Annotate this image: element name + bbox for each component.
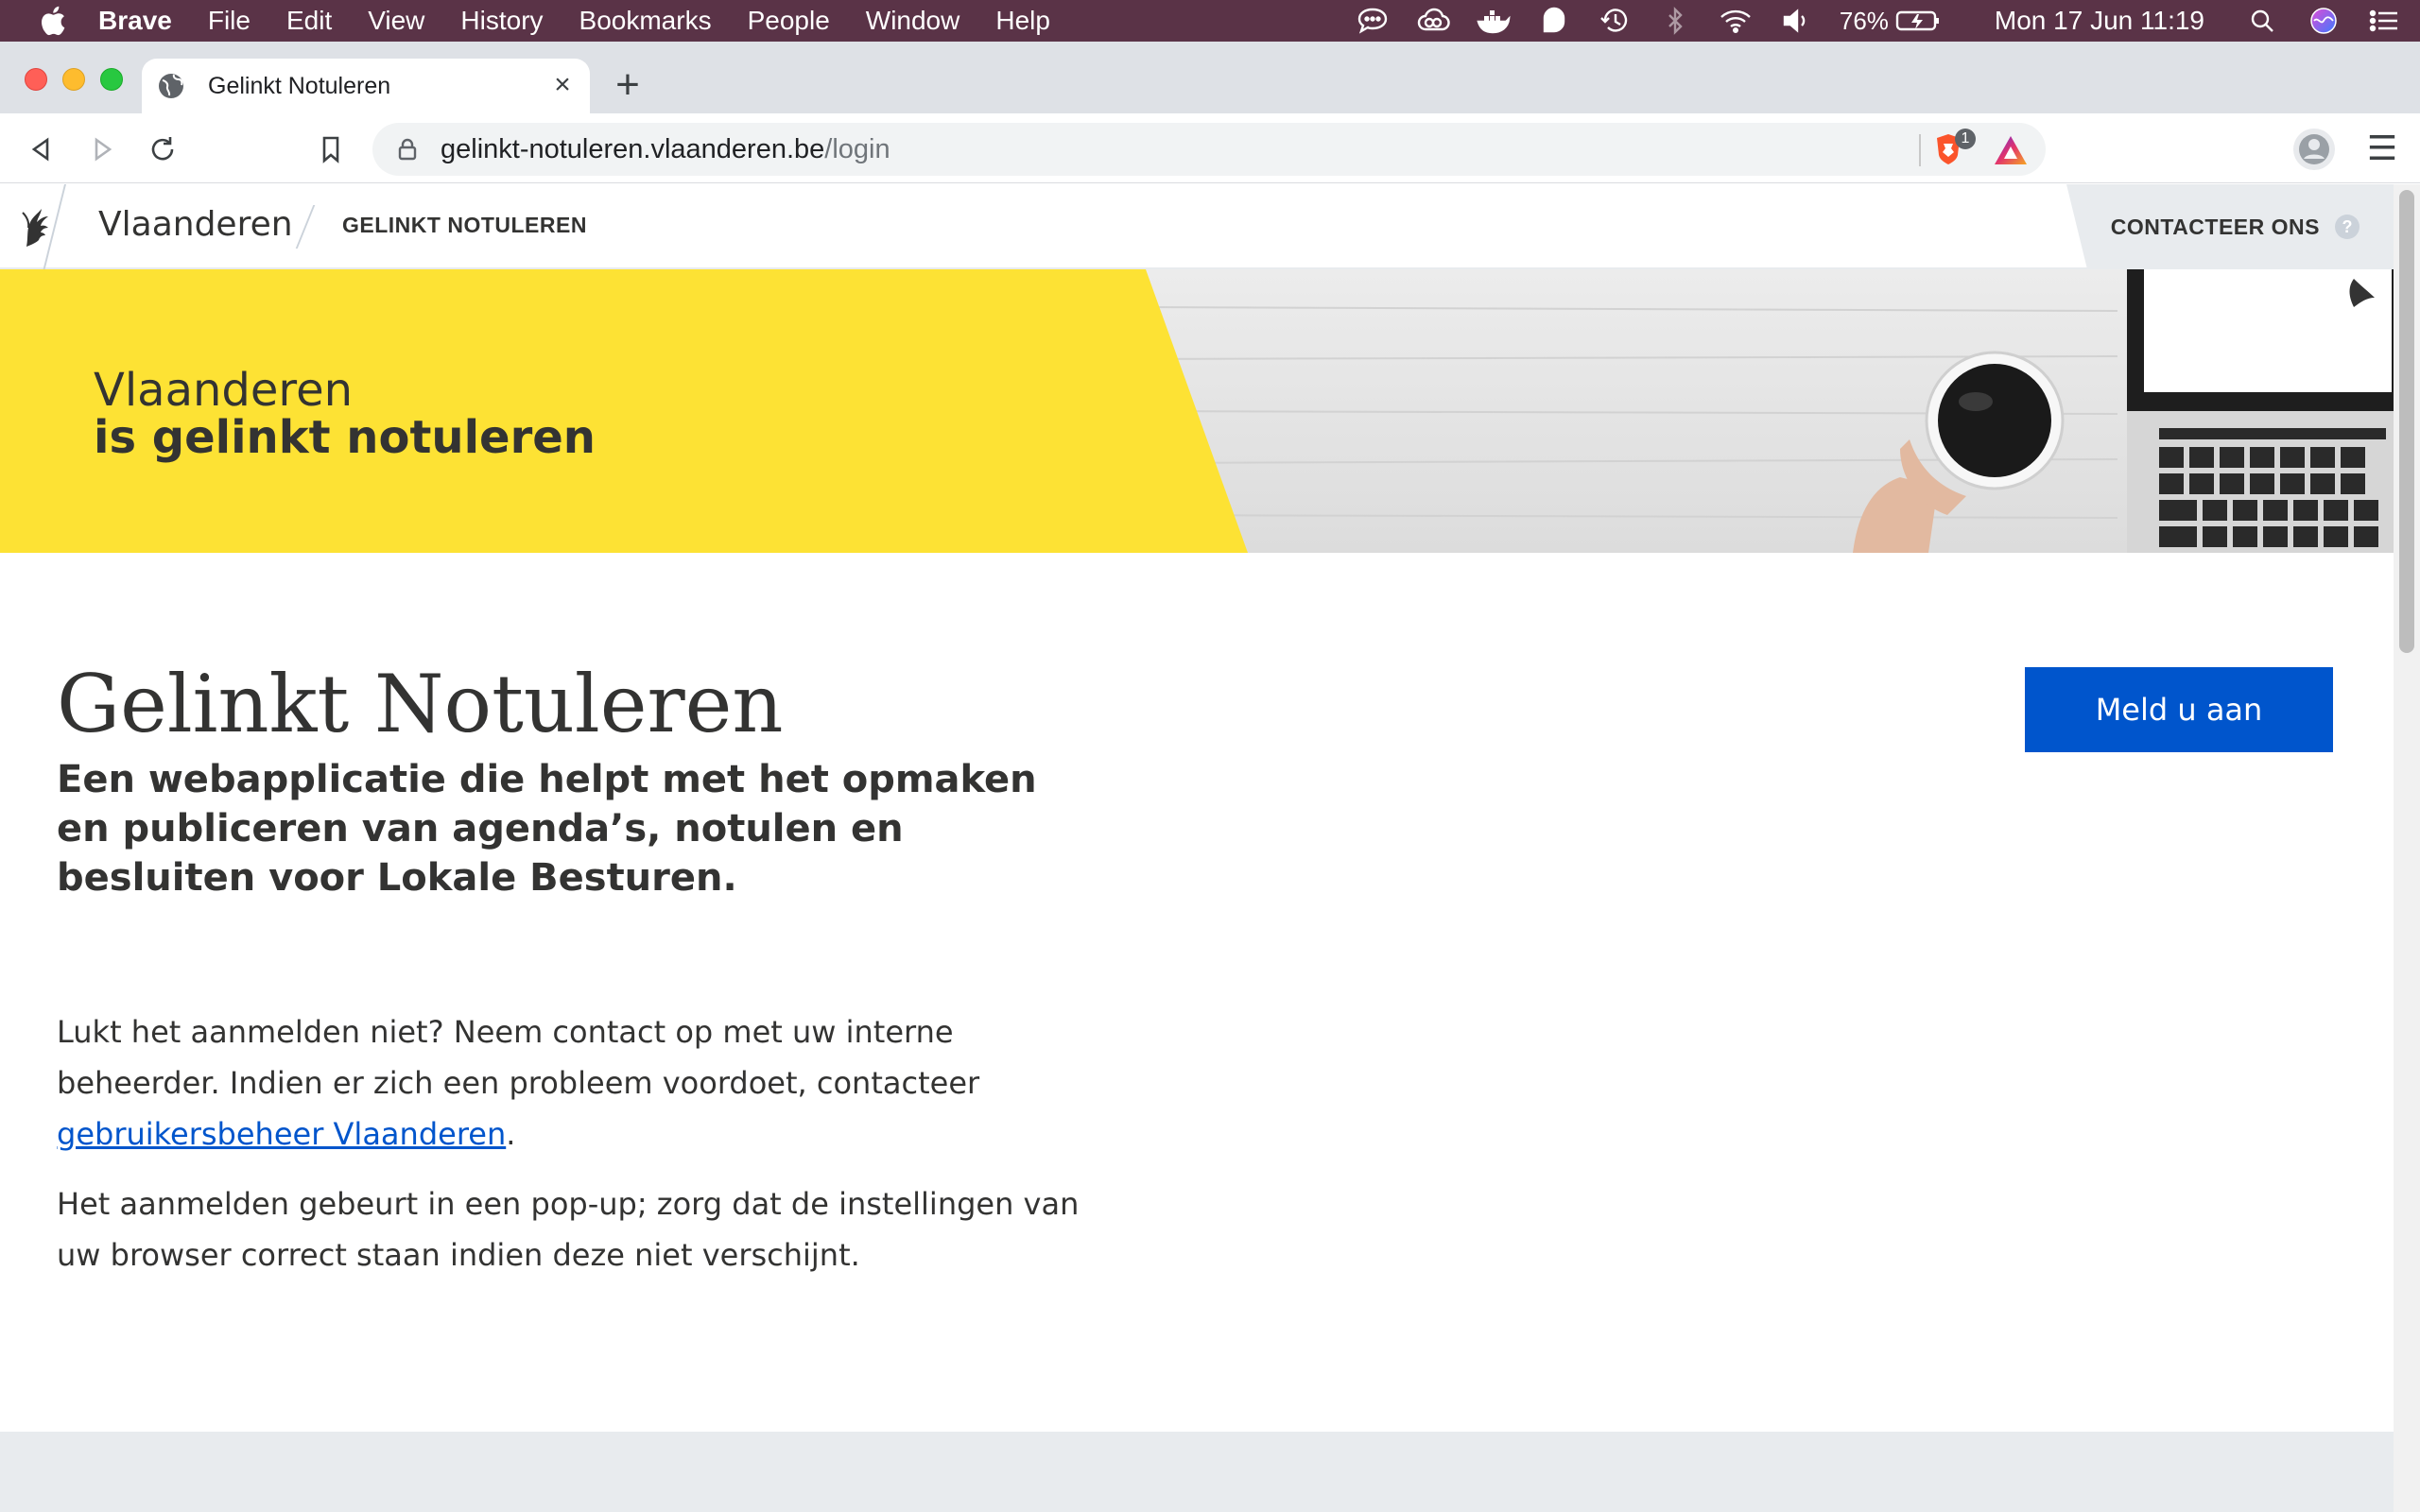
notification-center-icon[interactable] <box>2367 7 2401 35</box>
browser-tab-active[interactable]: Gelinkt Notuleren × <box>142 59 590 113</box>
omnibox-divider <box>1919 134 1921 166</box>
browser-toolbar: gelinkt-notuleren.vlaanderen.be/login 1 … <box>0 113 2420 183</box>
creative-cloud-icon[interactable] <box>1416 7 1450 35</box>
url-host: gelinkt-notuleren.vlaanderen.be <box>441 133 825 164</box>
apple-menu-icon[interactable] <box>38 5 66 37</box>
bluetooth-icon[interactable] <box>1658 7 1692 35</box>
tab-close-icon[interactable]: × <box>548 71 577 100</box>
forward-button[interactable] <box>83 130 121 168</box>
footer-band <box>0 1432 2394 1512</box>
drop-icon[interactable] <box>1537 7 1571 35</box>
hero-line-1: Vlaanderen <box>94 364 354 417</box>
status-area: 76% Mon 17 Jun 11:19 <box>1356 0 2420 42</box>
macos-menu-bar: Brave File Edit View History Bookmarks P… <box>0 0 2420 42</box>
docker-icon[interactable] <box>1477 7 1511 35</box>
new-tab-button[interactable]: + <box>609 64 647 106</box>
wifi-icon[interactable] <box>1719 7 1753 35</box>
brave-rewards-icon[interactable] <box>1993 134 2029 166</box>
siri-icon[interactable] <box>2307 7 2341 35</box>
login-button[interactable]: Meld u aan <box>2025 667 2333 752</box>
app-name[interactable]: GELINKT NOTULEREN <box>342 213 587 238</box>
login-help-text-end: . <box>506 1116 516 1152</box>
brand-vlaanderen[interactable]: Vlaanderen <box>98 205 293 244</box>
menu-people[interactable]: People <box>748 6 830 36</box>
contact-button[interactable]: CONTACTEER ONS ? <box>2066 184 2394 269</box>
messages-icon[interactable] <box>1356 7 1390 35</box>
back-button[interactable] <box>23 130 60 168</box>
lock-icon[interactable] <box>395 137 420 162</box>
menu-view[interactable]: View <box>368 6 424 36</box>
login-help-text-body: Lukt het aanmelden niet? Neem contact op… <box>57 1014 980 1101</box>
page-title: Gelinkt Notuleren <box>57 658 784 750</box>
shields-count-badge: 1 <box>1955 129 1976 149</box>
time-machine-icon[interactable] <box>1598 7 1632 35</box>
menu-file[interactable]: File <box>208 6 251 36</box>
hero-line-2: is gelinkt notuleren <box>94 411 596 464</box>
globe-icon <box>159 74 183 98</box>
window-close-button[interactable] <box>25 68 47 91</box>
web-page: Vlaanderen GELINKT NOTULEREN CONTACTEER … <box>0 184 2394 1512</box>
tab-title: Gelinkt Notuleren <box>208 72 391 99</box>
login-help-text: Lukt het aanmelden niet? Neem contact op… <box>57 1006 1097 1160</box>
browser-menu-icon[interactable]: ☰ <box>2363 130 2401 168</box>
menu-app-brave[interactable]: Brave <box>98 6 172 36</box>
url-path: /login <box>824 133 890 164</box>
profile-avatar-icon[interactable] <box>2293 129 2335 170</box>
menu-history[interactable]: History <box>460 6 543 36</box>
contact-label: CONTACTEER ONS <box>2110 214 2320 239</box>
battery-icon[interactable] <box>1894 7 1942 35</box>
gebruikersbeheer-link[interactable]: gebruikersbeheer Vlaanderen <box>57 1116 506 1152</box>
scrollbar-thumb[interactable] <box>2399 190 2414 653</box>
page-subtitle: Een webapplicatie die helpt met het opma… <box>57 758 1037 900</box>
window-minimize-button[interactable] <box>62 68 85 91</box>
window-zoom-button[interactable] <box>100 68 123 91</box>
help-icon: ? <box>2335 215 2360 239</box>
reload-button[interactable] <box>144 130 182 168</box>
popup-info-text: Het aanmelden gebeurt in een pop-up; zor… <box>57 1186 1080 1273</box>
hero-banner: Vlaanderen is gelinkt notuleren <box>0 269 2394 553</box>
battery-percentage: 76% <box>1839 6 1889 35</box>
spotlight-icon[interactable] <box>2246 7 2280 35</box>
menu-bookmarks[interactable]: Bookmarks <box>579 6 712 36</box>
menu-window[interactable]: Window <box>866 6 960 36</box>
page-scrollbar[interactable] <box>2394 184 2420 1512</box>
bookmark-button[interactable] <box>312 130 350 168</box>
site-header: Vlaanderen GELINKT NOTULEREN CONTACTEER … <box>0 184 2394 269</box>
address-bar[interactable]: gelinkt-notuleren.vlaanderen.be/login 1 <box>372 123 2046 176</box>
menubar-clock[interactable]: Mon 17 Jun 11:19 <box>1995 6 2204 36</box>
main-content: Gelinkt Notuleren Een webapplicatie die … <box>57 657 1097 1280</box>
volume-icon[interactable] <box>1779 7 1813 35</box>
header-divider <box>295 205 316 249</box>
browser-tab-strip: Gelinkt Notuleren × + <box>0 42 2420 113</box>
menu-edit[interactable]: Edit <box>286 6 332 36</box>
menu-help[interactable]: Help <box>995 6 1050 36</box>
